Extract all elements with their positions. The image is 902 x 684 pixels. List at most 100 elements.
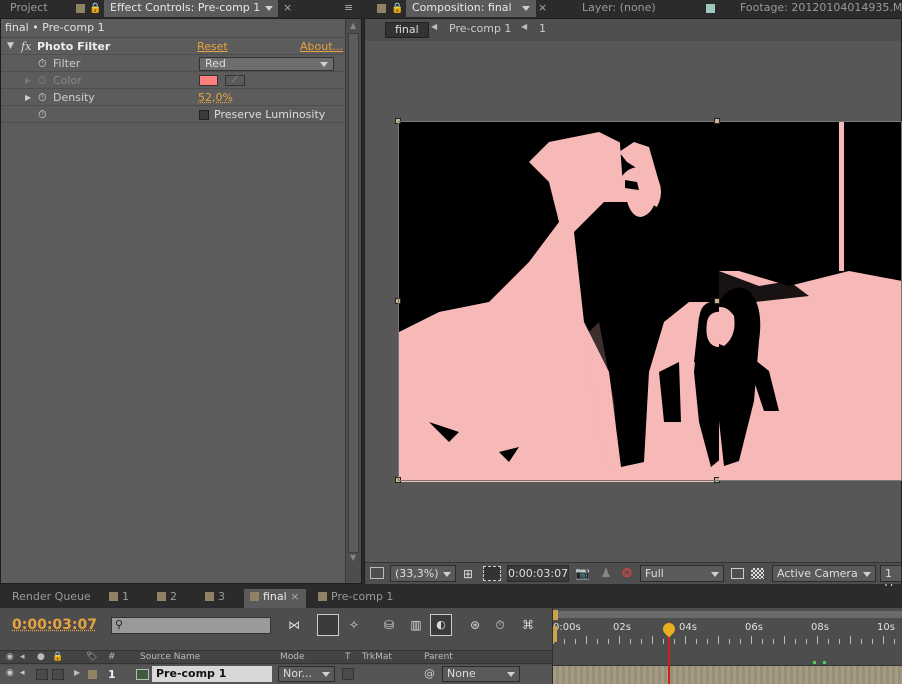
audio-icon[interactable]: ◂ xyxy=(20,651,25,663)
composition-mini-flowchart-icon[interactable]: ⋈ xyxy=(282,618,306,632)
camera-snapshot-icon[interactable]: 📷 xyxy=(575,566,589,580)
chevron-down-icon xyxy=(711,572,719,577)
close-icon[interactable]: × xyxy=(538,1,547,14)
table-row[interactable]: ◉ ◂ ▶ 1 Pre-comp 1 Nor... @ None xyxy=(0,665,552,684)
scrollbar-thumb[interactable] xyxy=(348,33,359,553)
resolution-dropdown[interactable]: Full xyxy=(640,565,724,582)
filter-label: Filter xyxy=(53,55,80,72)
tab-menu-chevron-icon[interactable] xyxy=(265,6,273,11)
breadcrumb: final • Pre-comp 1 xyxy=(5,21,105,34)
draft-3d-icon[interactable]: ✧ xyxy=(345,618,363,632)
graph-editor-icon[interactable]: ⊛ xyxy=(466,618,484,632)
stopwatch-icon[interactable]: ⏱ xyxy=(38,55,47,72)
comp-timecode[interactable]: 0:00:03:07 xyxy=(507,565,569,582)
scroll-up-icon[interactable]: ▲ xyxy=(350,21,356,30)
work-area-start-handle[interactable] xyxy=(553,610,558,620)
ruler-tick xyxy=(828,639,829,644)
channel-icon[interactable]: ❂ xyxy=(619,566,635,580)
col-source-name[interactable]: Source Name xyxy=(140,651,200,663)
ruler-tick xyxy=(586,636,587,644)
solo-icon[interactable]: ● xyxy=(37,651,45,663)
crumb-final[interactable]: final xyxy=(385,22,429,38)
density-value[interactable]: 52,0% xyxy=(198,89,233,106)
crumb-precomp[interactable]: Pre-comp 1 xyxy=(449,22,511,35)
checkerboard-icon[interactable] xyxy=(751,568,764,579)
tab-final[interactable]: final × xyxy=(244,589,306,608)
transparency-grid-icon[interactable] xyxy=(483,566,501,581)
panel-menu-icon[interactable]: ≡ xyxy=(344,1,353,14)
motion-blur-icon[interactable]: ◐ xyxy=(430,614,452,636)
stopwatch-icon[interactable]: ⏱ xyxy=(492,618,508,632)
tab-precomp[interactable]: Pre-comp 1 xyxy=(312,589,399,606)
filter-dropdown[interactable]: Red xyxy=(199,57,334,71)
mode-dropdown[interactable]: Nor... xyxy=(278,666,335,682)
close-icon[interactable]: × xyxy=(290,590,299,603)
selection-handle[interactable] xyxy=(714,118,720,124)
comp-viewer-frame[interactable] xyxy=(398,121,718,481)
fx-icon[interactable]: fx xyxy=(21,38,31,55)
lock-icon[interactable]: 🔒 xyxy=(89,3,101,14)
live-update-icon[interactable] xyxy=(317,614,339,636)
tab-layer[interactable]: Layer: (none) xyxy=(576,0,662,17)
video-eye-icon[interactable]: ◉ xyxy=(6,668,14,678)
timeline-search-input[interactable]: ⚲ xyxy=(111,617,271,634)
scroll-down-icon[interactable]: ▼ xyxy=(350,553,356,562)
stopwatch-icon[interactable]: ⏱ xyxy=(38,89,47,106)
tab-composition[interactable]: Composition: final xyxy=(406,0,536,17)
zoom-dropdown[interactable]: (33,3%) xyxy=(390,565,456,582)
show-snapshot-icon[interactable]: ♟ xyxy=(599,566,613,580)
col-parent: Parent xyxy=(424,651,453,663)
stopwatch-icon[interactable]: ⏱ xyxy=(38,106,47,123)
lock-icon[interactable]: 🔒 xyxy=(52,651,63,663)
layer-duration-bar[interactable] xyxy=(553,665,902,684)
timeline-timecode[interactable]: 0:00:03:07 xyxy=(12,617,97,633)
time-ruler-area[interactable]: 0:00s 02s 04s 06s 08s 10s xyxy=(552,608,902,684)
preserve-transparency-checkbox[interactable] xyxy=(342,668,354,680)
close-icon[interactable]: × xyxy=(283,1,292,14)
tab-comp-1[interactable]: 1 xyxy=(103,589,135,606)
expand-triangle-icon[interactable]: ▶ xyxy=(25,89,31,106)
camera-dropdown[interactable]: Active Camera xyxy=(772,565,876,582)
grid-guides-icon[interactable]: ⊞ xyxy=(461,567,475,581)
views-dropdown[interactable]: 1 V xyxy=(880,565,902,582)
selection-handle[interactable] xyxy=(395,298,401,304)
tab-effect-controls[interactable]: Effect Controls: Pre-comp 1 xyxy=(104,0,278,17)
filter-row: ⏱ Filter Red xyxy=(1,55,344,72)
tab-comp-3[interactable]: 3 xyxy=(199,589,231,606)
color-swatch[interactable] xyxy=(199,75,218,86)
selection-handle[interactable] xyxy=(714,298,720,304)
crumb-index[interactable]: 1 xyxy=(539,22,546,35)
col-mode: Mode xyxy=(280,651,305,663)
preserve-luminosity-checkbox[interactable] xyxy=(199,110,209,120)
tab-project[interactable]: Project xyxy=(4,0,54,17)
solo-toggle[interactable] xyxy=(36,669,48,680)
brainstorm-icon[interactable]: ⌘ xyxy=(518,618,538,632)
selection-handle[interactable] xyxy=(395,477,401,483)
selection-handle[interactable] xyxy=(395,118,401,124)
tab-comp-2[interactable]: 2 xyxy=(151,589,183,606)
tab-render-queue[interactable]: Render Queue xyxy=(6,589,97,606)
expand-triangle-icon[interactable]: ▼ xyxy=(7,38,14,55)
reset-link[interactable]: Reset xyxy=(197,38,228,55)
layer-name[interactable]: Pre-comp 1 xyxy=(152,666,272,682)
tab-menu-chevron-icon[interactable] xyxy=(522,6,530,11)
region-of-interest-icon[interactable] xyxy=(731,568,744,579)
frame-blending-icon[interactable]: ▥ xyxy=(406,618,426,632)
hide-shy-layers-icon[interactable]: ⛁ xyxy=(380,618,398,632)
vertical-scrollbar[interactable]: ▲ ▼ xyxy=(345,19,361,583)
tab-footage[interactable]: Footage: 20120104014935.MTS xyxy=(734,0,902,17)
parent-dropdown[interactable]: None xyxy=(442,666,520,682)
about-link[interactable]: About... xyxy=(300,38,343,55)
eyedropper-icon[interactable]: ⟋ xyxy=(225,75,245,86)
video-eye-icon[interactable]: ◉ xyxy=(6,651,14,663)
audio-icon[interactable]: ◂ xyxy=(20,668,25,678)
work-area-bar[interactable] xyxy=(555,611,902,618)
always-preview-icon[interactable] xyxy=(370,567,384,579)
label-tag-icon[interactable]: 🏷 xyxy=(86,651,97,663)
lock-icon[interactable]: 🔒 xyxy=(391,3,403,14)
expand-triangle-icon[interactable]: ▶ xyxy=(74,668,80,677)
lock-toggle[interactable] xyxy=(52,669,64,680)
label-color-swatch[interactable] xyxy=(88,670,97,679)
filter-value: Red xyxy=(205,57,226,70)
pick-whip-icon[interactable]: @ xyxy=(424,667,435,680)
